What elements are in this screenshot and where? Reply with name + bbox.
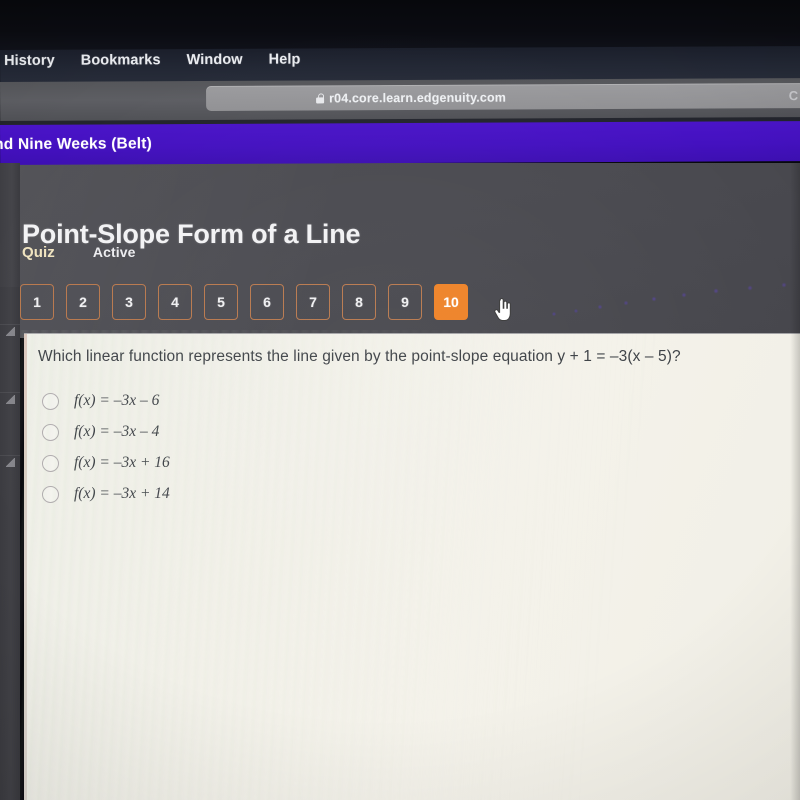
sidebar-divider-1 xyxy=(0,324,20,325)
radio-button-1[interactable] xyxy=(42,392,59,410)
menu-item-bookmarks[interactable]: Bookmarks xyxy=(81,52,161,68)
sidebar-divider-2 xyxy=(0,392,20,393)
menu-bar: History Bookmarks Window Help xyxy=(0,46,800,83)
left-gutter-top xyxy=(0,163,20,287)
question-tab-10[interactable]: 10 xyxy=(434,284,468,320)
radio-button-4[interactable] xyxy=(42,485,59,503)
content-card-left-edge xyxy=(24,334,27,800)
answer-option-3[interactable]: f(x) = –3x + 16 xyxy=(42,452,170,474)
menu-item-help[interactable]: Help xyxy=(269,52,301,68)
answer-option-2-label: f(x) = –3x – 4 xyxy=(74,423,160,440)
status-badge: Active xyxy=(92,244,136,260)
answer-option-1-label: f(x) = –3x – 6 xyxy=(74,392,160,409)
question-tab-list: 1 2 3 4 5 6 7 8 9 10 xyxy=(20,284,468,320)
answer-option-4[interactable]: f(x) = –3x + 14 xyxy=(42,483,170,505)
photographed-screen: History Bookmarks Window Help r04.core.l… xyxy=(0,0,800,800)
question-tab-1[interactable]: 1 xyxy=(20,284,54,320)
resize-grip-icon-1[interactable] xyxy=(6,327,15,336)
answer-option-1[interactable]: f(x) = –3x – 6 xyxy=(42,390,170,412)
address-bar[interactable]: r04.core.learn.edgenuity.com xyxy=(206,82,800,111)
question-tab-3[interactable]: 3 xyxy=(112,284,146,320)
left-sidebar-strip[interactable] xyxy=(0,287,20,800)
menu-item-window[interactable]: Window xyxy=(187,52,243,68)
toolbar-right-glyph[interactable]: C xyxy=(789,88,798,103)
question-tab-2[interactable]: 2 xyxy=(66,284,100,320)
resize-grip-icon-2[interactable] xyxy=(6,395,15,404)
screen-bezel-top xyxy=(0,0,800,52)
question-tab-5[interactable]: 5 xyxy=(204,284,238,320)
question-tab-4[interactable]: 4 xyxy=(158,284,192,320)
answer-option-2[interactable]: f(x) = –3x – 4 xyxy=(42,421,170,443)
question-tab-8[interactable]: 8 xyxy=(342,284,376,320)
lock-icon xyxy=(316,93,324,103)
resize-grip-icon-3[interactable] xyxy=(6,458,15,467)
answer-options-list: f(x) = –3x – 6 f(x) = –3x – 4 f(x) = –3x… xyxy=(42,390,170,505)
question-text-value: Which linear function represents the lin… xyxy=(38,348,681,365)
course-banner: nd Nine Weeks (Belt) xyxy=(0,121,800,165)
question-tab-9[interactable]: 9 xyxy=(388,284,422,320)
answer-option-3-label: f(x) = –3x + 16 xyxy=(74,454,170,471)
radio-button-3[interactable] xyxy=(42,454,59,472)
lesson-meta-row: Quiz Active xyxy=(22,244,136,261)
sidebar-divider-3 xyxy=(0,455,20,456)
activity-type-label: Quiz xyxy=(22,244,55,261)
question-tab-7[interactable]: 7 xyxy=(296,284,330,320)
menu-item-history[interactable]: History xyxy=(4,53,55,69)
address-bar-url: r04.core.learn.edgenuity.com xyxy=(329,90,507,105)
question-text: Which linear function represents the lin… xyxy=(38,348,798,366)
question-tab-6[interactable]: 6 xyxy=(250,284,284,320)
radio-button-2[interactable] xyxy=(42,423,59,441)
course-banner-title: nd Nine Weeks (Belt) xyxy=(0,135,153,154)
answer-option-4-label: f(x) = –3x + 14 xyxy=(74,485,170,502)
